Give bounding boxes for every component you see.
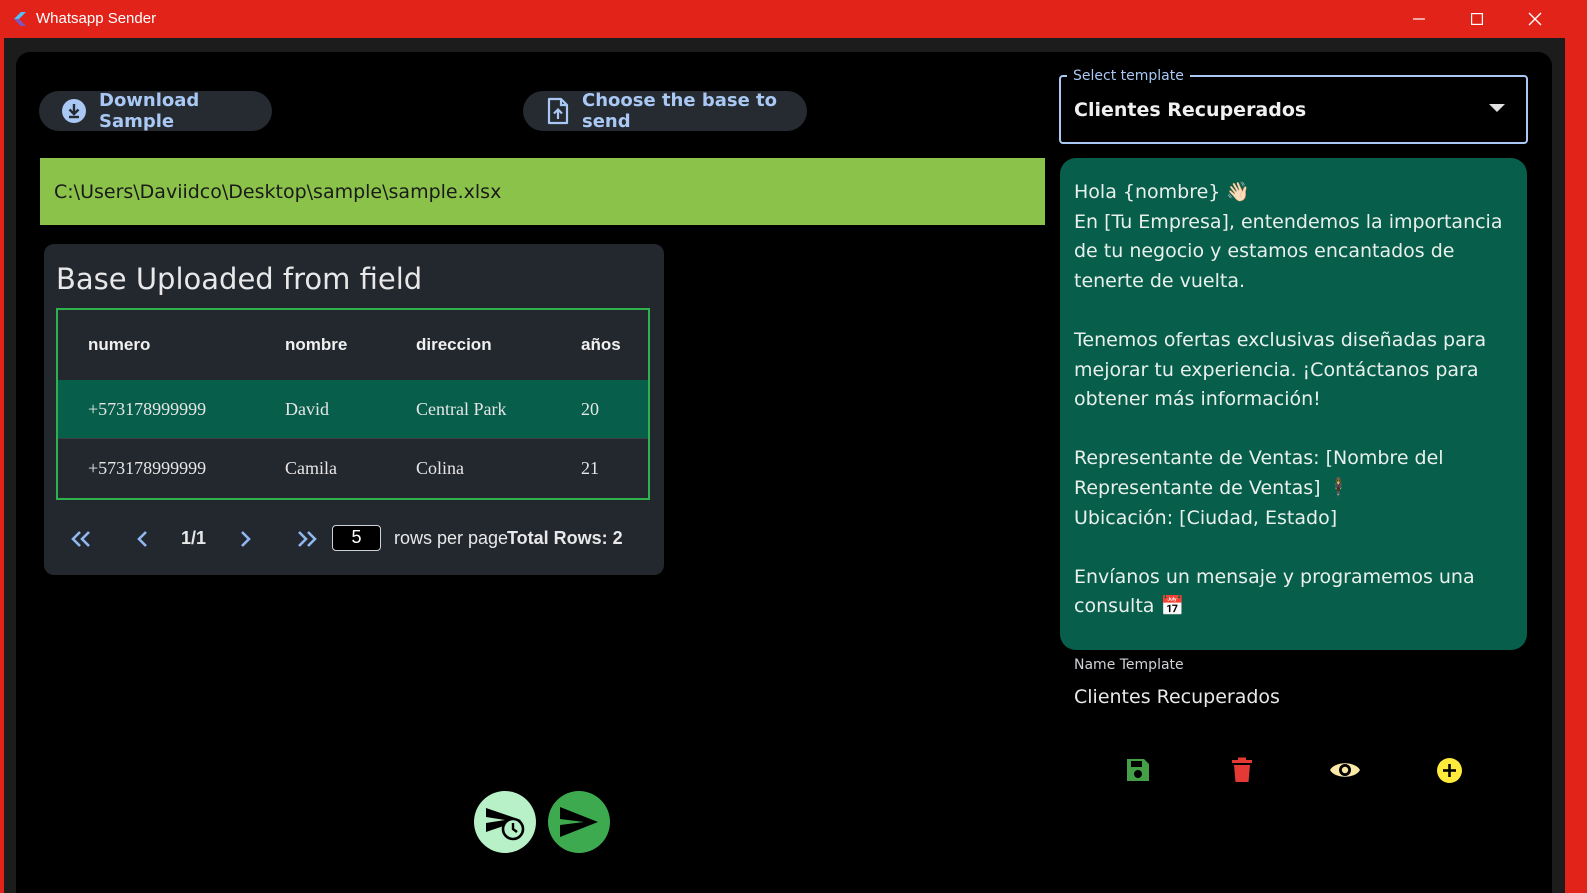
- choose-base-button[interactable]: Choose the base to send: [523, 90, 807, 132]
- add-template-button[interactable]: [1433, 754, 1465, 786]
- message-line: Hola {nombre} 👋🏻: [1074, 181, 1251, 203]
- card-title: Base Uploaded from field: [56, 262, 423, 296]
- close-icon: [1528, 12, 1542, 26]
- send-icon: [560, 807, 598, 837]
- last-page-button[interactable]: [294, 526, 320, 552]
- table-header-row: numero nombre direccion años: [58, 310, 648, 380]
- double-chevron-right-icon: [298, 531, 317, 547]
- download-icon: [61, 98, 87, 124]
- minimize-icon: [1413, 18, 1425, 20]
- table-row[interactable]: +573178999999 David Central Park 20: [58, 380, 648, 439]
- table-pager: 1/1 5 rows per page Total Rows: 2: [44, 520, 664, 556]
- message-line: Representante de Ventas: [Nombre del Rep…: [1074, 447, 1450, 499]
- window-title: Whatsapp Sender: [36, 10, 157, 27]
- column-header[interactable]: años: [581, 310, 621, 380]
- template-select-value[interactable]: Clientes Recuperados: [1074, 99, 1306, 121]
- previous-page-button[interactable]: [130, 526, 156, 552]
- upload-file-icon: [547, 97, 569, 125]
- save-template-button[interactable]: [1122, 754, 1154, 786]
- app-window: Whatsapp Sender Download Sample Choose t…: [0, 0, 1587, 893]
- table-cell: Colina: [416, 458, 464, 478]
- dropdown-caret-icon[interactable]: [1489, 104, 1505, 112]
- title-bar[interactable]: Whatsapp Sender: [0, 0, 1587, 38]
- data-table: numero nombre direccion años +5731789999…: [56, 308, 650, 500]
- selected-file-path: C:\Users\Daviidco\Desktop\sample\sample.…: [40, 158, 1045, 225]
- total-rows-label: Total Rows: 2: [507, 528, 623, 548]
- maximize-button[interactable]: [1448, 0, 1506, 38]
- column-header[interactable]: nombre: [285, 310, 347, 380]
- eye-icon: [1330, 763, 1360, 777]
- template-select-legend: Select template: [1067, 68, 1190, 84]
- table-cell: 20: [581, 398, 599, 419]
- message-line: Tenemos ofertas exclusivas diseñadas par…: [1074, 328, 1493, 411]
- maximize-icon: [1471, 13, 1483, 25]
- download-sample-label: Download Sample: [99, 90, 200, 132]
- minimize-button[interactable]: [1390, 0, 1448, 38]
- name-template-label: Name Template: [1074, 657, 1184, 673]
- base-table-card: Base Uploaded from field numero nombre d…: [44, 244, 664, 575]
- first-page-button[interactable]: [68, 526, 94, 552]
- save-icon: [1127, 759, 1149, 781]
- message-line: En [Tu Empresa], entendemos la importanc…: [1074, 210, 1509, 292]
- table-cell: 21: [581, 458, 599, 478]
- table-row[interactable]: +573178999999 Camila Colina 21: [58, 439, 648, 498]
- column-header[interactable]: numero: [88, 310, 150, 380]
- table-cell: +573178999999: [88, 458, 207, 478]
- name-template-input[interactable]: Clientes Recuperados: [1074, 686, 1280, 708]
- chevron-left-icon: [137, 531, 147, 547]
- table-cell: Camila: [285, 458, 337, 478]
- rows-per-page-label: rows per page: [394, 528, 509, 548]
- table-cell: Central Park: [416, 398, 507, 419]
- message-line: Ubicación: [Ciudad, Estado]: [1074, 506, 1338, 529]
- window-scrollbar[interactable]: [1552, 52, 1565, 893]
- preview-template-button[interactable]: [1329, 754, 1361, 786]
- choose-base-label: Choose the base to send: [582, 90, 778, 132]
- message-line: Envíanos un mensaje y programemos una co…: [1074, 565, 1481, 618]
- plus-circle-icon: [1436, 757, 1462, 783]
- table-cell: +573178999999: [88, 398, 207, 419]
- table-cell: David: [285, 398, 329, 419]
- download-sample-button[interactable]: Download Sample: [39, 90, 272, 132]
- chevron-right-icon: [241, 531, 251, 547]
- schedule-send-button[interactable]: [474, 791, 536, 853]
- app-logo-icon: [12, 11, 28, 27]
- next-page-button[interactable]: [232, 526, 258, 552]
- delete-template-button[interactable]: [1226, 754, 1258, 786]
- send-button[interactable]: [548, 791, 610, 853]
- message-preview[interactable]: Hola {nombre} 👋🏻 En [Tu Empresa], entend…: [1060, 158, 1527, 650]
- trash-icon: [1232, 757, 1252, 782]
- rows-per-page-input[interactable]: 5: [332, 525, 381, 551]
- column-header[interactable]: direccion: [416, 310, 492, 380]
- scheduled-send-icon: [486, 808, 525, 841]
- page-indicator: 1/1: [181, 528, 207, 548]
- close-button[interactable]: [1506, 0, 1564, 38]
- file-path-text: C:\Users\Daviidco\Desktop\sample\sample.…: [54, 180, 502, 203]
- double-chevron-left-icon: [71, 531, 90, 547]
